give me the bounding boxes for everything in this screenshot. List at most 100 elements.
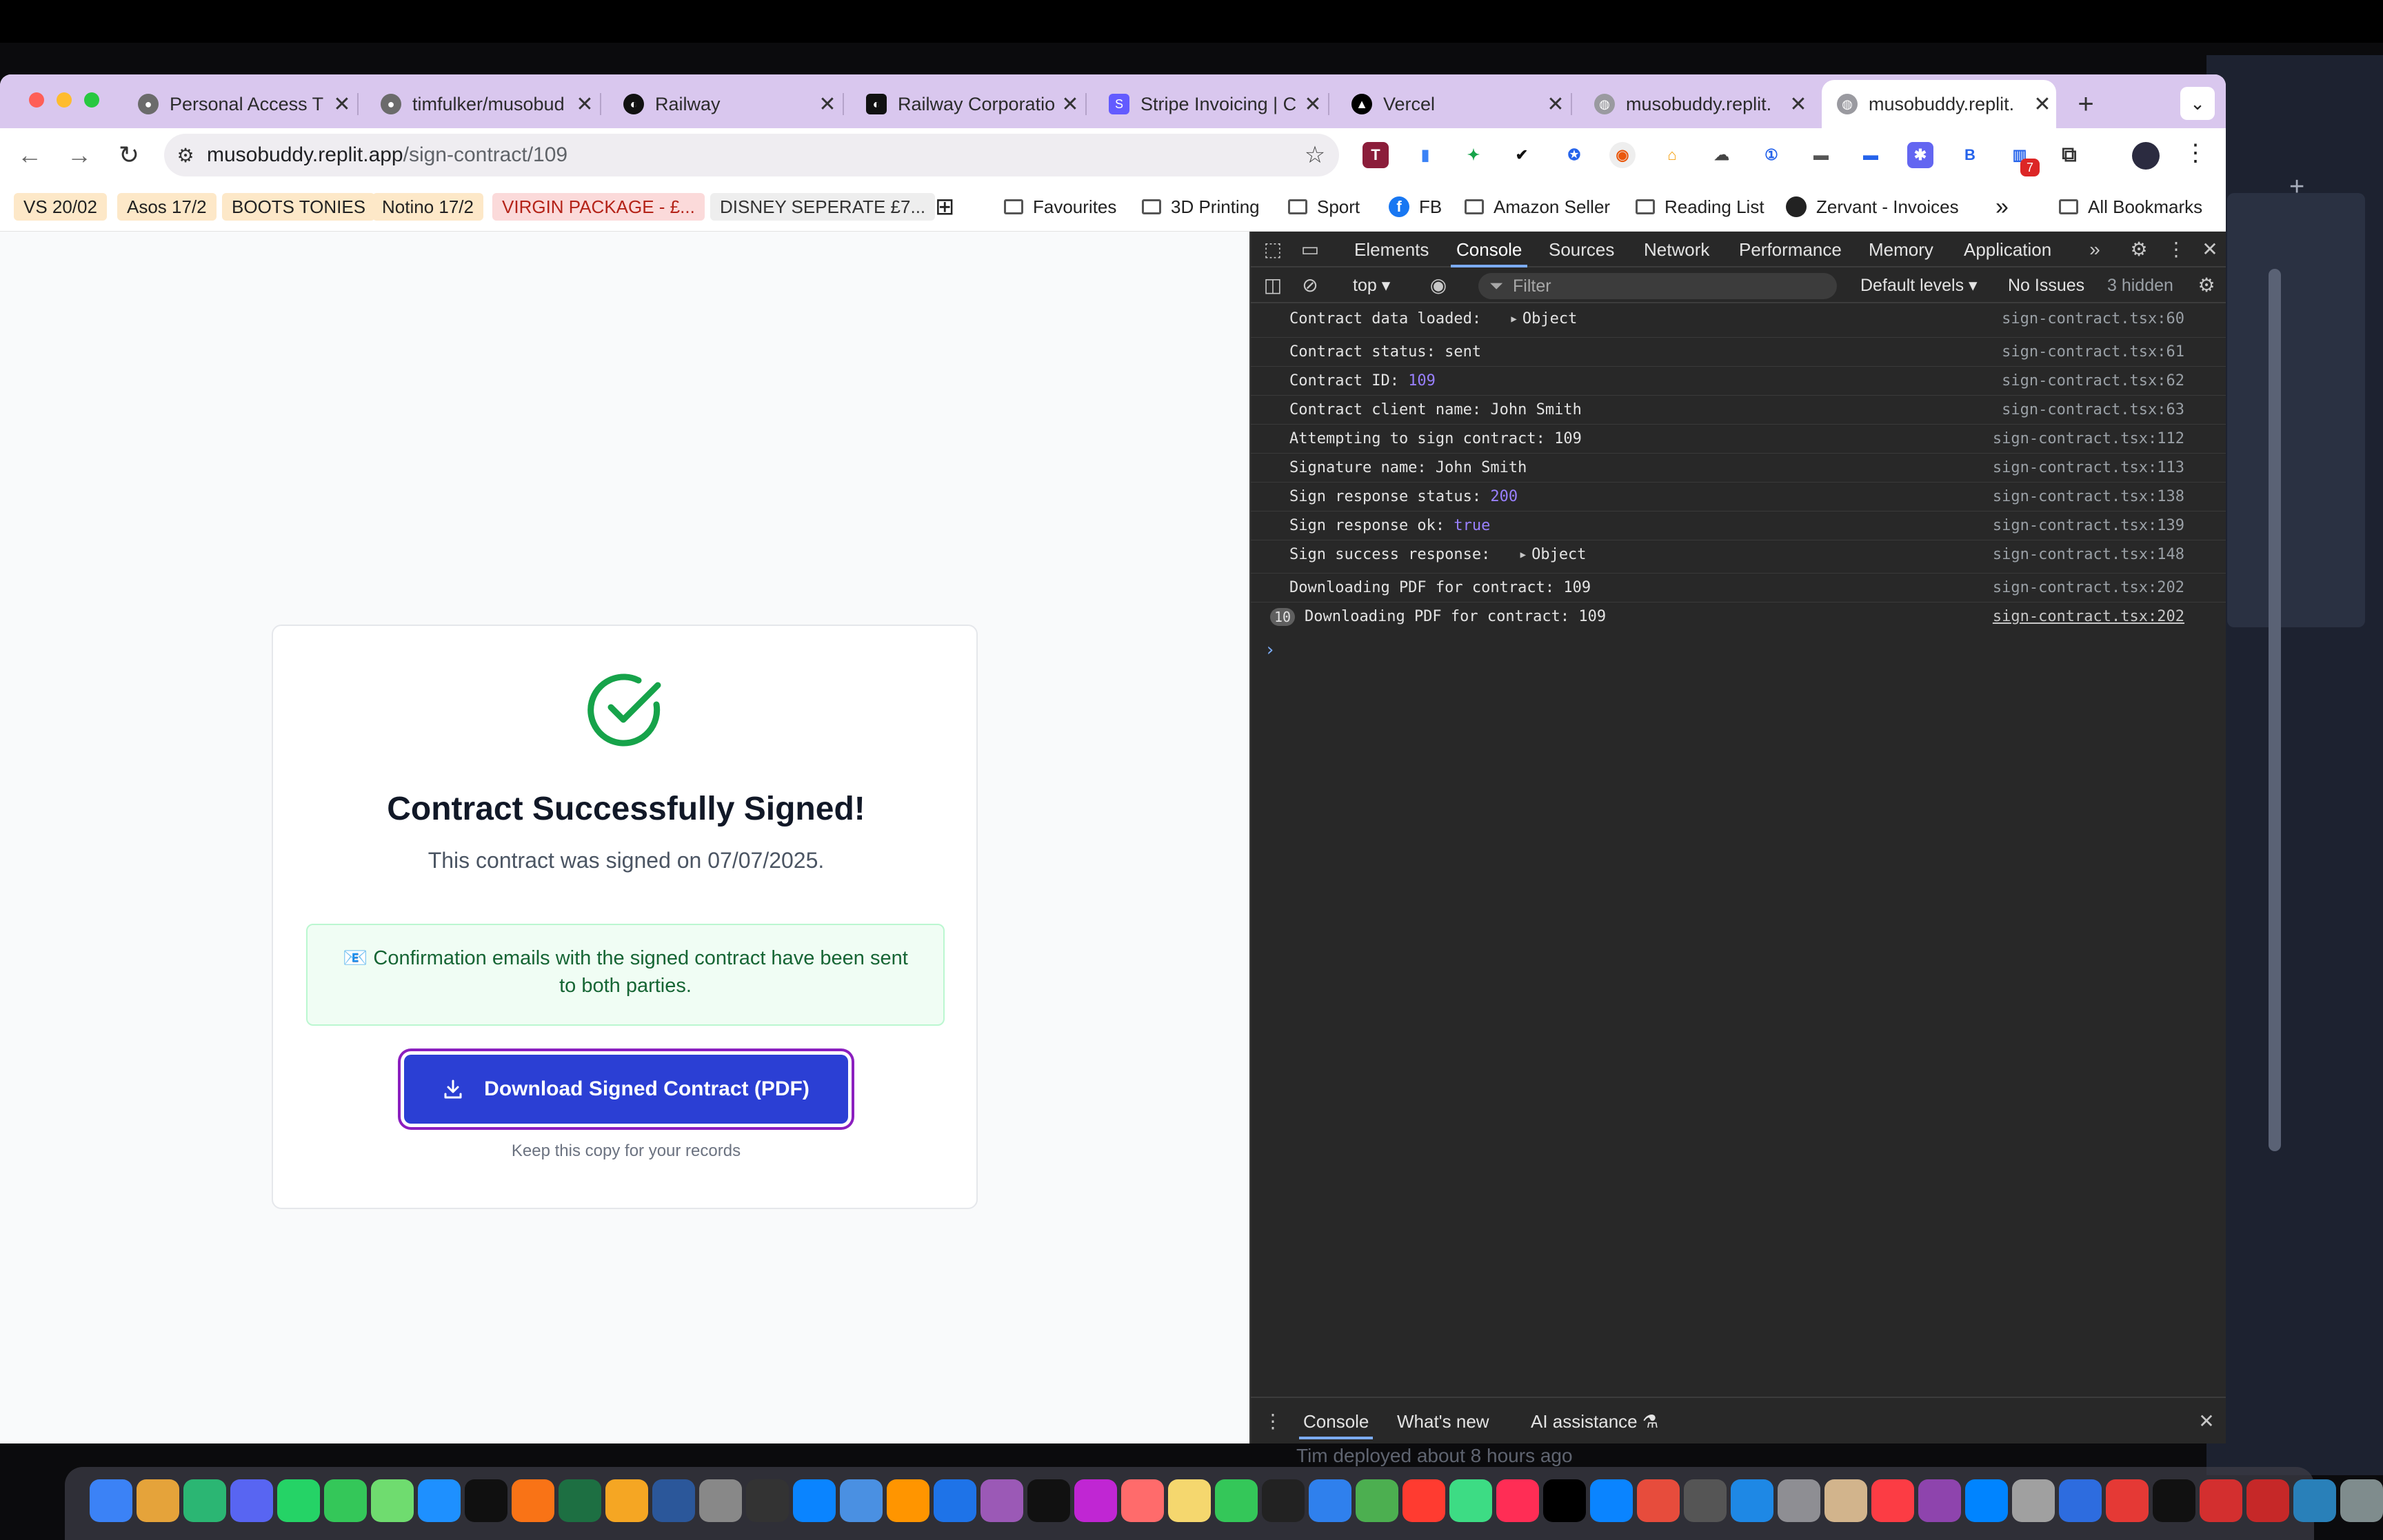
dock-app-icon[interactable] (934, 1479, 976, 1522)
devtools-tab-memory[interactable]: Memory (1869, 232, 1933, 267)
dock-app-icon[interactable] (230, 1479, 273, 1522)
dock-app-icon[interactable] (1965, 1479, 2008, 1522)
dock-app-icon[interactable] (746, 1479, 789, 1522)
address-bar[interactable]: ⚙ musobuddy.replit.app/sign-contract/109… (164, 134, 1339, 176)
dock-app-icon[interactable] (1731, 1479, 1773, 1522)
device-toolbar-icon[interactable]: ▭ (1296, 236, 1324, 263)
dock-app-icon[interactable] (1402, 1479, 1445, 1522)
log-object[interactable]: Object (1522, 310, 1577, 327)
tab-musobuddy-active[interactable]: ◍ musobuddy.replit. ✕ (1822, 80, 2056, 128)
dock-app-icon[interactable] (1027, 1479, 1070, 1522)
devtools-menu-icon[interactable]: ⋮ (2162, 236, 2190, 263)
close-tab-icon[interactable]: ✕ (1299, 92, 1327, 116)
live-expression-eye-icon[interactable]: ◉ (1425, 272, 1452, 299)
bookmark-chip[interactable]: DISNEY SEPERATE £7... (710, 193, 936, 221)
drawer-tab-ai-assistance[interactable]: AI assistance ⚗ (1531, 1398, 1658, 1443)
extension-1password-icon[interactable]: ① (1758, 142, 1784, 168)
log-source-link[interactable]: sign-contract.tsx:148 (1993, 546, 2184, 563)
devtools-tab-sources[interactable]: Sources (1549, 232, 1614, 267)
devtools-tab-performance[interactable]: Performance (1739, 232, 1842, 267)
close-tab-icon[interactable]: ✕ (814, 92, 841, 116)
extension-t-icon[interactable]: T (1363, 142, 1389, 168)
bookmark-fb[interactable]: f FB (1389, 193, 1442, 221)
devtools-tab-console[interactable]: Console (1450, 232, 1528, 267)
expand-triangle-icon[interactable]: ▶ (1520, 549, 1526, 560)
dock-app-icon[interactable] (1215, 1479, 1258, 1522)
extension-cloud-icon[interactable]: ☁ (1709, 142, 1735, 168)
extension-folder-icon[interactable]: ▬ (1808, 142, 1834, 168)
tab-personal-access[interactable]: ● Personal Access T ✕ (123, 80, 356, 128)
extensions-puzzle-icon[interactable]: ⧉ (2056, 142, 2082, 168)
back-icon[interactable]: ← (12, 138, 47, 172)
log-object[interactable]: Object (1531, 546, 1586, 563)
site-info-icon[interactable]: ⚙ (164, 144, 207, 167)
dock-app-icon[interactable] (2340, 1479, 2383, 1522)
dock-app-icon[interactable] (1356, 1479, 1398, 1522)
download-pdf-button[interactable]: Download Signed Contract (PDF) (404, 1055, 848, 1124)
dock-app-icon[interactable] (371, 1479, 414, 1522)
dock-app-icon[interactable] (559, 1479, 601, 1522)
dock-app-icon[interactable] (1824, 1479, 1867, 1522)
clear-console-icon[interactable]: ⊘ (1296, 272, 1324, 299)
dock-app-icon[interactable] (1121, 1479, 1164, 1522)
close-tab-icon[interactable]: ✕ (2029, 92, 2056, 116)
bookmark-chip[interactable]: BOOTS TONIES (222, 193, 376, 221)
dock-app-icon[interactable] (652, 1479, 695, 1522)
dock-app-icon[interactable] (2200, 1479, 2242, 1522)
dock-app-icon[interactable] (1309, 1479, 1351, 1522)
close-tab-icon[interactable]: ✕ (328, 92, 356, 116)
dock-app-icon[interactable] (465, 1479, 507, 1522)
log-source-link[interactable]: sign-contract.tsx:202 (1993, 608, 2184, 625)
extension-check-icon[interactable]: ✔ (1509, 142, 1535, 168)
dock-app-icon[interactable] (1449, 1479, 1492, 1522)
bookmark-zervant[interactable]: Zervant - Invoices (1786, 193, 1959, 221)
dock-app-icon[interactable] (418, 1479, 461, 1522)
menu-kebab-icon[interactable]: ⋮ (2182, 139, 2209, 171)
settings-gear-icon[interactable]: ⚙ (2125, 236, 2153, 263)
dock-app-icon[interactable] (2106, 1479, 2149, 1522)
tab-search-button[interactable]: ⌄ (2180, 87, 2215, 120)
bookmark-chip[interactable]: Asos 17/2 (117, 193, 217, 221)
issues-count[interactable]: No Issues (2008, 267, 2084, 303)
bookmark-folder-3d-printing[interactable]: 3D Printing (1142, 193, 1260, 221)
dock-app-icon[interactable] (1637, 1479, 1680, 1522)
bookmark-chip[interactable]: VIRGIN PACKAGE - £... (492, 193, 705, 221)
dock-app-icon[interactable] (2153, 1479, 2195, 1522)
devtools-tab-elements[interactable]: Elements (1354, 232, 1429, 267)
sidebar-toggle-icon[interactable]: ◫ (1259, 272, 1287, 299)
log-source-link[interactable]: sign-contract.tsx:60 (2002, 310, 2184, 327)
dock-app-icon[interactable] (1778, 1479, 1820, 1522)
more-tabs-icon[interactable]: » (2081, 236, 2109, 263)
url-text[interactable]: musobuddy.replit.app/sign-contract/109 (207, 143, 1291, 167)
close-tab-icon[interactable]: ✕ (571, 92, 599, 116)
tab-musobuddy-1[interactable]: ◍ musobuddy.replit. ✕ (1579, 80, 1812, 128)
dock-app-icon[interactable] (1684, 1479, 1727, 1522)
zoom-window-button[interactable] (84, 92, 99, 108)
context-selector[interactable]: top ▾ (1353, 267, 1390, 303)
dock-app-icon[interactable] (1918, 1479, 1961, 1522)
dock-app-icon[interactable] (2293, 1479, 2336, 1522)
tab-railway-corporation[interactable]: ◐ Railway Corporatio ✕ (851, 80, 1084, 128)
tab-timfulker-musobuddy[interactable]: ● timfulker/musobud ✕ (365, 80, 599, 128)
console-settings-icon[interactable]: ⚙ (2193, 272, 2220, 299)
extension-gear-icon[interactable]: ✱ (1907, 142, 1933, 168)
log-source-link[interactable]: sign-contract.tsx:112 (1993, 430, 2184, 447)
dock-app-icon[interactable] (1074, 1479, 1117, 1522)
minimize-window-button[interactable] (57, 92, 72, 108)
bookmark-star-icon[interactable]: ☆ (1291, 141, 1339, 169)
extension-chrome-icon[interactable]: ◉ (1609, 142, 1636, 168)
close-tab-icon[interactable]: ✕ (1056, 92, 1084, 116)
log-source-link[interactable]: sign-contract.tsx:113 (1993, 459, 2184, 476)
dock-app-icon[interactable] (981, 1479, 1023, 1522)
dock-app-icon[interactable] (793, 1479, 836, 1522)
dock-app-icon[interactable] (324, 1479, 367, 1522)
dock-app-icon[interactable] (1496, 1479, 1539, 1522)
drawer-tab-console[interactable]: Console (1298, 1398, 1374, 1443)
dock-app-icon[interactable] (887, 1479, 929, 1522)
new-tab-button[interactable]: + (2069, 87, 2103, 121)
close-tab-icon[interactable]: ✕ (1542, 92, 1569, 116)
close-window-button[interactable] (29, 92, 44, 108)
log-source-link[interactable]: sign-contract.tsx:63 (2002, 401, 2184, 418)
dock-app-icon[interactable] (699, 1479, 742, 1522)
bookmark-folder-reading-list[interactable]: Reading List (1636, 193, 1764, 221)
